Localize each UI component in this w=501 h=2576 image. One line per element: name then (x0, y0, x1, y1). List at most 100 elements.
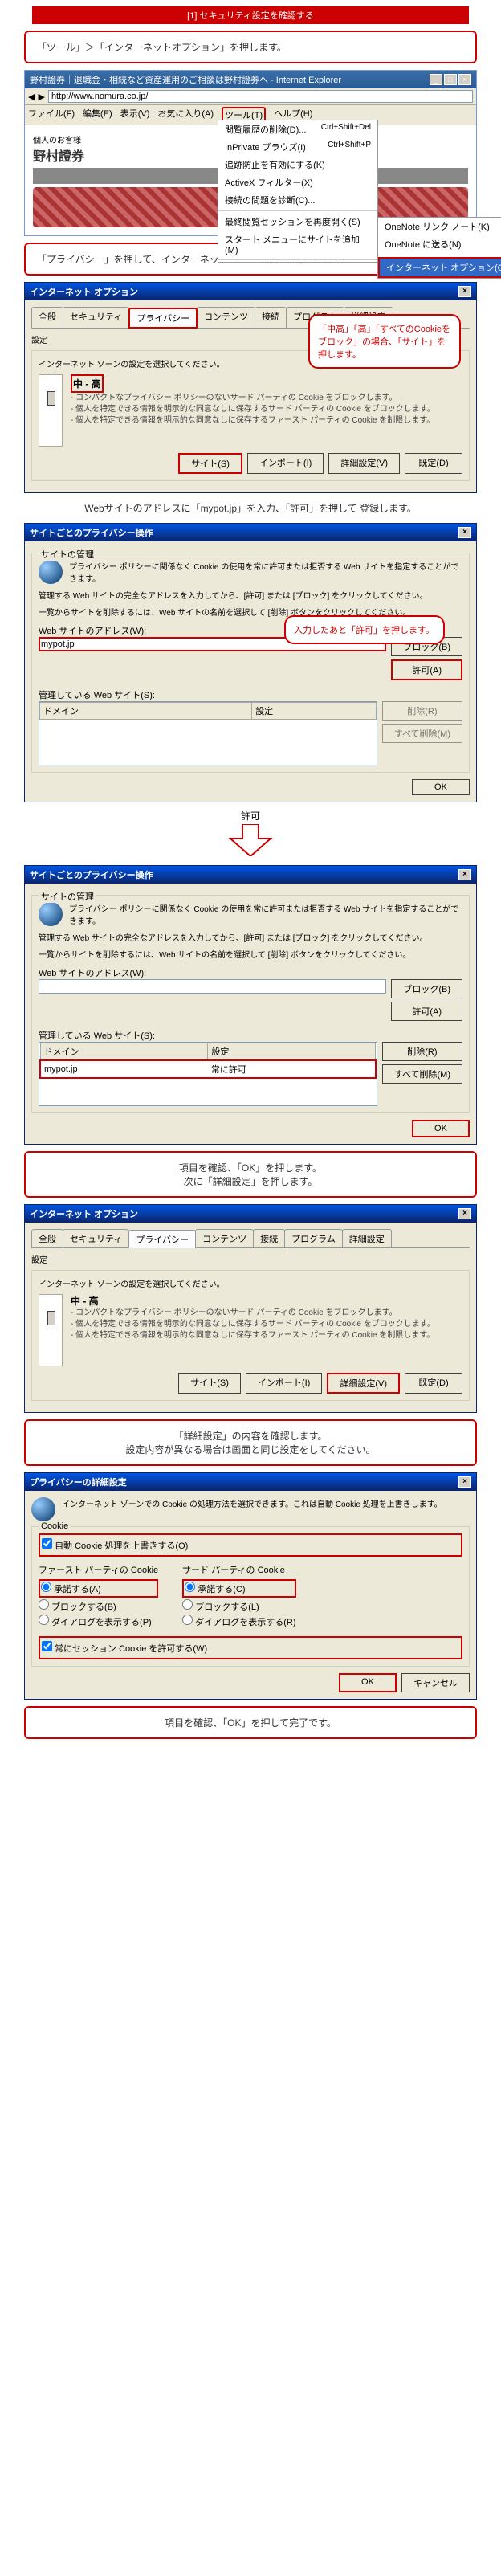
ie-address-bar: ◀ ▶ (25, 88, 476, 105)
session-checkbox[interactable]: 常にセッション Cookie を許可する(W) (42, 1641, 459, 1655)
tools-submenu: OneNote リンク ノート(K) OneNote に送る(N) インターネッ… (377, 217, 501, 279)
col-domain: ドメイン (40, 1043, 208, 1061)
cookie-label: Cookie (39, 1521, 71, 1531)
import-button[interactable]: インポート(I) (246, 1373, 322, 1394)
ie-titlebar: 野村證券｜退職金・相続など資産運用のご相談は野村證券へ - Internet E… (25, 71, 476, 88)
managed-sites-list[interactable]: ドメイン設定 mypot.jp 常に許可 (39, 1042, 377, 1106)
privacy-level-label: 中 - 高 (71, 374, 104, 393)
minimize-button[interactable]: _ (430, 74, 442, 85)
advanced-button[interactable]: 詳細設定(V) (327, 1373, 400, 1394)
menuitem-diagnose[interactable]: 接続の問題を診断(C)... (218, 191, 377, 209)
slider-thumb[interactable] (47, 391, 55, 406)
site-address-input[interactable] (39, 979, 386, 994)
menuitem-reopen[interactable]: 最終閲覧セッションを再度開く(S) (218, 213, 377, 231)
third-party-label: サード パーティの Cookie (182, 1563, 295, 1576)
addr-label: Web サイトのアドレス(W): (39, 966, 462, 979)
persite-title: サイトごとのプライバシー操作 × (25, 524, 476, 541)
persite-title-text: サイトごとのプライバシー操作 (30, 526, 153, 539)
close-icon[interactable]: × (458, 869, 471, 880)
default-button[interactable]: 既定(D) (405, 1373, 462, 1394)
close-icon[interactable]: × (458, 527, 471, 538)
default-button[interactable]: 既定(D) (405, 453, 462, 474)
advanced-button[interactable]: 詳細設定(V) (328, 453, 400, 474)
menuitem-inprivate[interactable]: InPrivate ブラウズ(I)Ctrl+Shift+P (218, 138, 377, 156)
import-button[interactable]: インポート(I) (247, 453, 324, 474)
ok-button[interactable]: OK (412, 779, 470, 795)
tab-programs[interactable]: プログラム (284, 1229, 343, 1247)
tab-privacy[interactable]: プライバシー (128, 1230, 196, 1248)
menu-edit[interactable]: 編集(E) (83, 107, 112, 123)
ok-button[interactable]: OK (412, 1120, 470, 1137)
fp-prompt-radio[interactable]: ダイアログを表示する(P) (39, 1615, 158, 1628)
menuitem-tracking[interactable]: 追跡防止を有効にする(K) (218, 156, 377, 174)
menuitem-delete-history[interactable]: 閲覧履歴の削除(D)...Ctrl+Shift+Del (218, 120, 377, 138)
level-desc-1: - コンパクトなプライバシー ポリシーのないサード パーティの Cookie を… (71, 393, 462, 404)
level-desc-3: - 個人を特定できる情報を明示的な同意なしに保存するファースト パーティの Co… (71, 415, 462, 427)
close-icon[interactable]: × (458, 1208, 471, 1219)
tab-security[interactable]: セキュリティ (63, 1229, 129, 1247)
managed-sites-list[interactable]: ドメイン設定 (39, 701, 377, 765)
menuitem-internet-options[interactable]: インターネット オプション(O) (378, 257, 501, 278)
persite-dialog-after: サイトごとのプライバシー操作 × サイトの管理 プライバシー ポリシーに関係なく… (24, 865, 477, 1145)
privacy-slider[interactable] (39, 374, 63, 447)
menuitem-activex[interactable]: ActiveX フィルター(X) (218, 174, 377, 191)
fp-accept-radio[interactable]: 承諾する(A) (39, 1579, 158, 1598)
zone-text: インターネット ゾーンの設定を選択してください。 (39, 1277, 462, 1289)
sites-button[interactable]: サイト(S) (178, 453, 242, 474)
removeall-button: すべて削除(M) (382, 724, 462, 743)
cancel-button[interactable]: キャンセル (401, 1673, 470, 1692)
back-icon[interactable]: ◀ (28, 92, 35, 102)
dialog-title: インターネット オプション × (25, 283, 476, 300)
remove-button[interactable]: 削除(R) (382, 1042, 462, 1061)
ie-title: 野村證券｜退職金・相続など資産運用のご相談は野村證券へ - Internet E… (30, 73, 341, 86)
ok-button[interactable]: OK (339, 1673, 397, 1692)
close-button[interactable]: × (458, 74, 471, 85)
tp-block-radio[interactable]: ブロックする(L) (182, 1599, 295, 1613)
url-input[interactable] (48, 90, 473, 103)
table-row[interactable]: mypot.jp 常に許可 (40, 1060, 376, 1078)
callout-2-text: 入力したあと「許可」を押します。 (294, 626, 434, 635)
callout-1: 「中高」「高」「すべてのCookieをブロック」の場合、「サイト」を押します。 (308, 314, 461, 369)
allow-button[interactable]: 許可(A) (391, 659, 462, 680)
slider-thumb[interactable] (47, 1311, 55, 1325)
tab-connection[interactable]: 接続 (253, 1229, 285, 1247)
step3-text: Webサイトのアドレスに「mypot.jp」を入力、「許可」を押して 登録します… (24, 501, 477, 515)
managed-label: 管理している Web サイト(S): (39, 1029, 462, 1042)
advanced-privacy-dialog: プライバシーの詳細設定 × インターネット ゾーンでの Cookie の処理方法… (24, 1472, 477, 1700)
menuitem-addstart[interactable]: スタート メニューにサイトを追加(M) (218, 231, 377, 258)
override-checkbox[interactable]: 自動 Cookie 処理を上書きする(O) (42, 1538, 459, 1552)
tab-content[interactable]: コンテンツ (195, 1229, 254, 1247)
menu-favorites[interactable]: お気に入り(A) (157, 107, 214, 123)
advanced-desc: インターネット ゾーンでの Cookie の処理方法を選択できます。これは自動 … (62, 1497, 442, 1509)
removeall-button[interactable]: すべて削除(M) (382, 1064, 462, 1084)
tp-accept-radio[interactable]: 承諾する(C) (182, 1579, 295, 1598)
tp-prompt-radio[interactable]: ダイアログを表示する(R) (182, 1615, 295, 1628)
tab-privacy[interactable]: プライバシー (128, 308, 198, 329)
step5-line1: 「詳細設定」の内容を確認します。 (37, 1429, 464, 1443)
tab-general[interactable]: 全般 (31, 307, 63, 328)
step6-text: 項目を確認、「OK」を押して完了です。 (165, 1717, 336, 1729)
first-party-label: ファースト パーティの Cookie (39, 1563, 158, 1576)
maximize-button[interactable]: □ (444, 74, 457, 85)
level-desc-3: - 個人を特定できる情報を明示的な同意なしに保存するファースト パーティの Co… (71, 1330, 462, 1341)
tab-general[interactable]: 全般 (31, 1229, 63, 1247)
menuitem-onenote-send[interactable]: OneNote に送る(N) (378, 235, 501, 253)
sites-button[interactable]: サイト(S) (178, 1373, 241, 1394)
block-button[interactable]: ブロック(B) (391, 979, 462, 998)
privacy-slider[interactable] (39, 1294, 63, 1366)
tab-connection[interactable]: 接続 (255, 307, 287, 328)
site-mgmt-label: サイトの管理 (39, 548, 96, 561)
tab-advanced[interactable]: 詳細設定 (342, 1229, 392, 1247)
menu-view[interactable]: 表示(V) (120, 107, 150, 123)
privacy-zone-frame: インターネット ゾーンの設定を選択してください。 中 - 高 - コンパクトなプ… (31, 1270, 470, 1401)
tab-content[interactable]: コンテンツ (197, 307, 255, 328)
allow-button[interactable]: 許可(A) (391, 1002, 462, 1021)
menuitem-onenote-link[interactable]: OneNote リンク ノート(K) (378, 218, 501, 235)
fp-block-radio[interactable]: ブロックする(B) (39, 1599, 158, 1613)
forward-icon[interactable]: ▶ (38, 92, 44, 102)
close-icon[interactable]: × (458, 286, 471, 297)
close-icon[interactable]: × (458, 1476, 471, 1488)
section-header: [1] セキュリティ設定を確認する (32, 6, 469, 24)
menu-file[interactable]: ファイル(F) (28, 107, 75, 123)
tab-security[interactable]: セキュリティ (63, 307, 129, 328)
